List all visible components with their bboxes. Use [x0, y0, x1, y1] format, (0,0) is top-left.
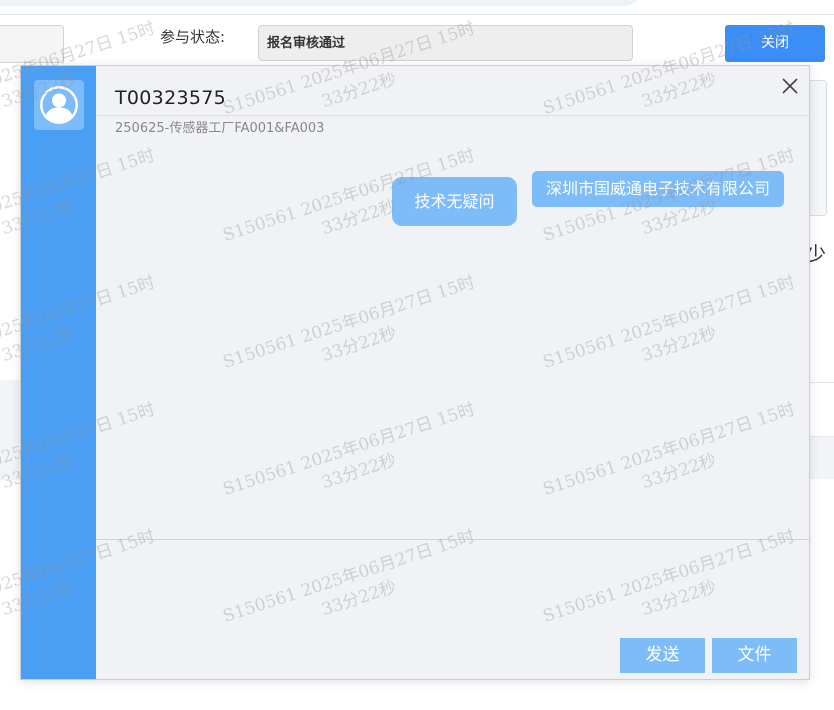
background-table-header	[808, 436, 834, 479]
send-button[interactable]: 发送	[620, 638, 705, 673]
header-divider	[0, 14, 834, 15]
message-list: 技术无疑问 深圳市国威通电子技术有限公司	[96, 166, 809, 536]
close-icon[interactable]	[780, 76, 800, 96]
top-band	[0, 0, 834, 14]
user-avatar-icon[interactable]	[34, 80, 84, 130]
background-panel	[808, 80, 827, 216]
message-input[interactable]	[96, 540, 809, 636]
status-label: 参与状态:	[160, 28, 226, 46]
close-page-button[interactable]: 关闭	[725, 25, 825, 62]
chat-header: T00323575 250625-传感器工厂FA001&FA003	[96, 66, 809, 136]
chat-subtitle: 250625-传感器工厂FA001&FA003	[115, 121, 325, 136]
background-separator	[808, 382, 834, 383]
background-left-strip	[0, 380, 20, 480]
chat-title: T00323575	[115, 87, 227, 109]
status-field[interactable]: 报名审核通过	[258, 25, 633, 61]
message-bubble-sent: 深圳市国威通电子技术有限公司	[532, 171, 784, 207]
chat-sidebar	[21, 66, 96, 679]
file-button[interactable]: 文件	[712, 638, 797, 673]
chat-dialog: T00323575 250625-传感器工厂FA001&FA003 技术无疑问 …	[20, 65, 810, 680]
left-field[interactable]	[0, 25, 64, 63]
message-bubble-received: 技术无疑问	[392, 177, 517, 226]
